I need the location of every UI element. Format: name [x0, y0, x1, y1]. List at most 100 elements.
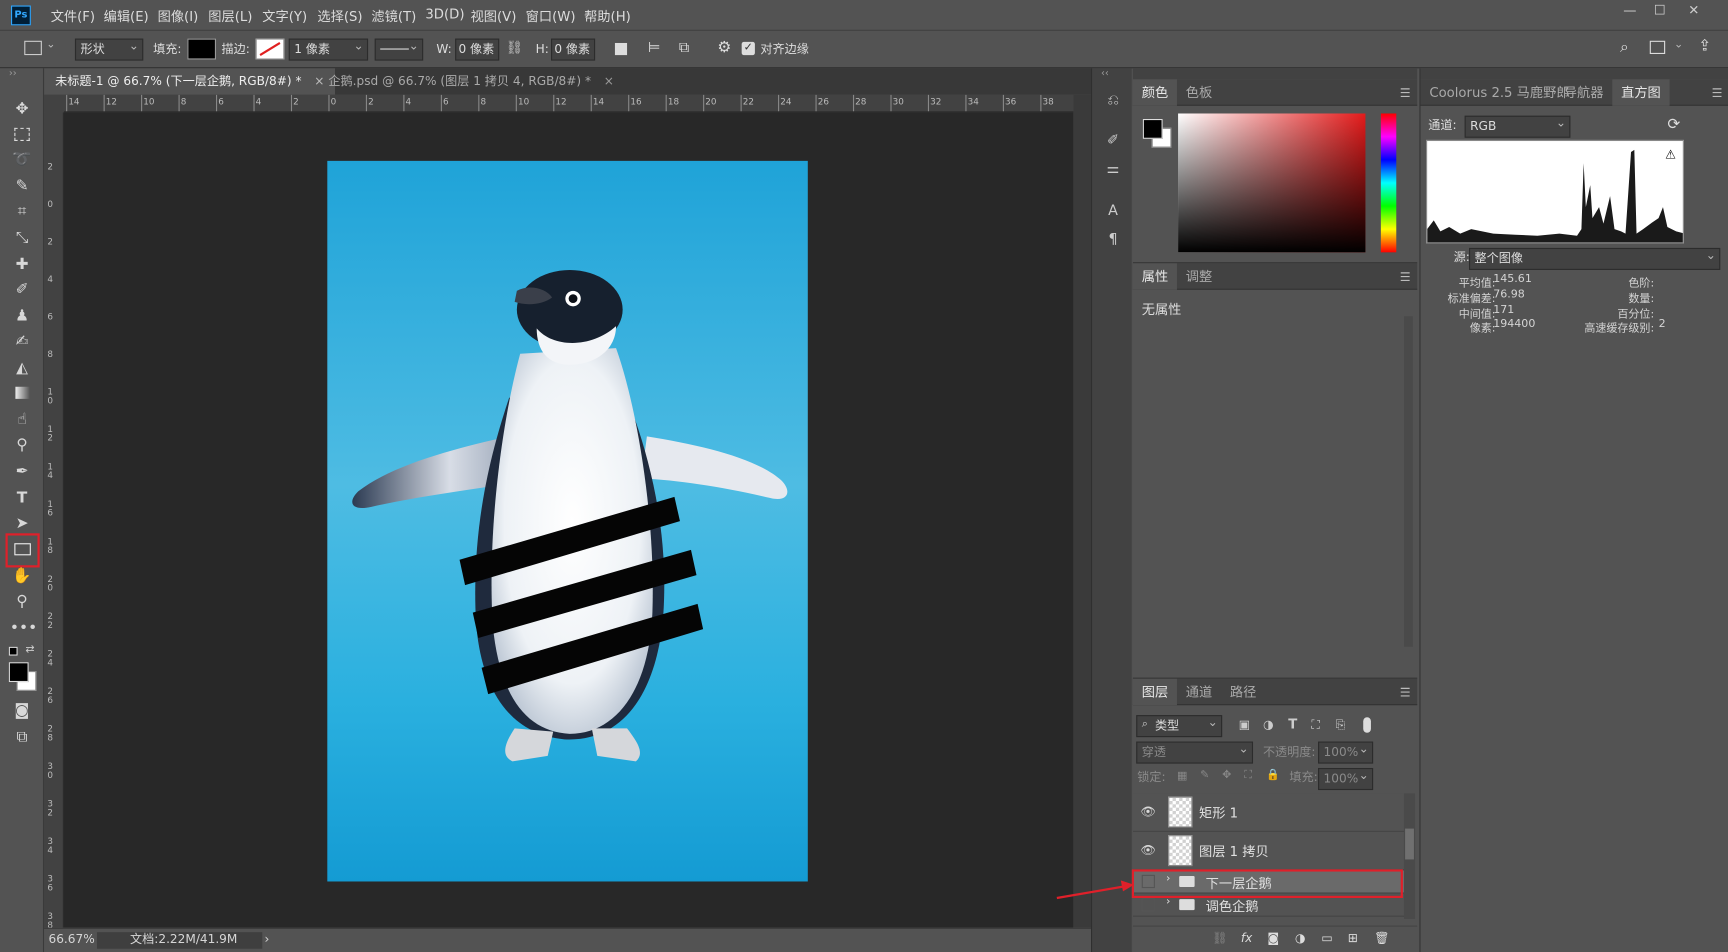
more-tools-icon[interactable]: •••: [10, 616, 37, 640]
fill-color-swatch[interactable]: [187, 38, 216, 60]
menu-view[interactable]: 视图(V): [471, 7, 517, 26]
channel-select[interactable]: RGB: [1464, 113, 1571, 138]
filter-shape-icon[interactable]: ⛶: [1311, 717, 1319, 732]
filter-toggle[interactable]: [1363, 717, 1371, 733]
document-image[interactable]: [327, 160, 808, 882]
default-colors-icon[interactable]: [8, 646, 18, 656]
foreground-color-swatch[interactable]: [8, 662, 29, 683]
lasso-tool-icon[interactable]: ➰: [10, 148, 34, 172]
zoom-level[interactable]: 66.67%: [48, 929, 94, 951]
search-icon[interactable]: ⌕: [1620, 39, 1629, 57]
warning-icon[interactable]: ⚠: [1665, 148, 1676, 162]
collapse-arrows-icon[interactable]: ‹‹: [1101, 68, 1109, 79]
crop-tool-icon[interactable]: ⌗: [10, 199, 34, 223]
adjustment-icon[interactable]: ◑: [1295, 931, 1306, 945]
panel-menu-icon[interactable]: ☰: [1400, 86, 1411, 100]
height-field[interactable]: 0 像素: [551, 36, 596, 61]
swap-colors-icon[interactable]: ⇄: [25, 643, 34, 655]
panel-menu-icon[interactable]: ☰: [1712, 86, 1723, 100]
tab-untitled-1[interactable]: 未标题-1 @ 66.7% (下一层企鹅, RGB/8#) * ×: [44, 68, 336, 95]
width-field[interactable]: 0 像素: [455, 36, 500, 61]
eye-icon[interactable]: 👁: [1140, 804, 1158, 819]
maximize-button[interactable]: ☐: [1648, 2, 1672, 22]
character-icon[interactable]: A: [1102, 201, 1124, 223]
align-edges-checkbox[interactable]: ✓: [741, 41, 755, 56]
menu-type[interactable]: 文字(Y): [262, 7, 307, 26]
stroke-color-swatch[interactable]: [255, 38, 285, 60]
brush-settings-icon[interactable]: ✐: [1102, 130, 1124, 152]
lock-all-icon[interactable]: 🔒: [1266, 769, 1280, 781]
tab-swatches[interactable]: 色板: [1177, 79, 1221, 105]
canvas-scrollbar[interactable]: [1073, 94, 1092, 928]
layers-scrollbar[interactable]: [1403, 793, 1416, 919]
trash-icon[interactable]: 🗑: [1374, 931, 1389, 945]
layer-row-rectangle-1[interactable]: 👁 矩形 1: [1132, 793, 1404, 832]
share-icon[interactable]: ⇪: [1698, 37, 1711, 55]
menu-3d[interactable]: 3D(D): [425, 7, 464, 22]
dodge-tool-icon[interactable]: ⚲: [10, 433, 34, 457]
close-tab-icon[interactable]: ×: [604, 74, 614, 88]
eraser-tool-icon[interactable]: ◭: [10, 356, 34, 380]
filter-type-icon[interactable]: T: [1288, 716, 1297, 731]
lock-artboard-icon[interactable]: ⛶: [1244, 769, 1252, 781]
visibility-toggle[interactable]: [1141, 898, 1155, 912]
lock-transparent-icon[interactable]: ▦: [1177, 770, 1187, 782]
panel-menu-icon[interactable]: ☰: [1400, 270, 1411, 284]
lock-paint-icon[interactable]: ✎: [1200, 769, 1209, 781]
source-select[interactable]: 整个图像: [1469, 246, 1721, 270]
history-icon[interactable]: ⎌: [1102, 90, 1124, 112]
new-layer-icon[interactable]: ⊞: [1348, 931, 1358, 945]
tab-layers[interactable]: 图层: [1132, 678, 1177, 706]
rectangle-tool-icon[interactable]: [10, 538, 34, 562]
path-operations-icon[interactable]: [614, 42, 628, 56]
filter-pixel-icon[interactable]: ▣: [1239, 717, 1250, 731]
smudge-tool-icon[interactable]: ☝: [10, 408, 34, 432]
path-alignment-icon[interactable]: ⊨: [648, 40, 660, 57]
workspace-icon[interactable]: [1649, 40, 1666, 54]
filter-adjustment-icon[interactable]: ◑: [1263, 717, 1274, 731]
menu-edit[interactable]: 编辑(E): [104, 7, 149, 26]
hue-slider[interactable]: [1380, 113, 1397, 253]
pen-tool-icon[interactable]: ✒: [10, 459, 34, 483]
refresh-icon[interactable]: ⟳: [1667, 116, 1680, 134]
rectangle-tool-preset-icon[interactable]: [24, 40, 42, 56]
tab-paths[interactable]: 路径: [1221, 679, 1265, 705]
screen-mode-icon[interactable]: ⧉: [10, 725, 34, 749]
quick-mask-icon[interactable]: ◙: [10, 699, 34, 723]
opacity-field[interactable]: 100%: [1318, 739, 1374, 764]
new-group-folder-icon[interactable]: ▭: [1321, 931, 1332, 945]
path-selection-tool-icon[interactable]: ➤: [10, 511, 34, 535]
blend-mode-select[interactable]: 穿透: [1136, 739, 1254, 764]
tab-penguin-psd[interactable]: 企鹅.psd @ 66.7% (图层 1 拷贝 4, RGB/8#) * ×: [317, 68, 625, 94]
tab-histogram[interactable]: 直方图: [1612, 79, 1670, 106]
menu-file[interactable]: 文件(F): [51, 7, 95, 26]
healing-brush-tool-icon[interactable]: ✚: [10, 252, 34, 276]
fill-field[interactable]: 100%: [1318, 766, 1374, 791]
minimize-button[interactable]: —: [1618, 2, 1642, 22]
move-tool-icon[interactable]: ✥: [10, 97, 34, 121]
color-field[interactable]: [1178, 113, 1366, 253]
marquee-tool-icon[interactable]: [10, 122, 34, 146]
scrollbar-thumb[interactable]: [1405, 828, 1414, 860]
hand-tool-icon[interactable]: ✋: [10, 564, 34, 588]
menu-select[interactable]: 选择(S): [317, 7, 362, 26]
panel-menu-icon[interactable]: ☰: [1400, 685, 1411, 699]
close-window-button[interactable]: ✕: [1682, 2, 1706, 22]
menu-layer[interactable]: 图层(L): [208, 7, 252, 26]
paragraph-icon[interactable]: ¶: [1102, 229, 1124, 251]
stroke-type-select[interactable]: [374, 36, 424, 61]
eyedropper-tool-icon[interactable]: ⤡: [10, 226, 34, 250]
link-icon[interactable]: ⛓: [506, 40, 523, 55]
menu-help[interactable]: 帮助(H): [584, 7, 631, 26]
eye-icon[interactable]: 👁: [1140, 843, 1158, 858]
shape-mode-select[interactable]: 形状: [74, 36, 144, 61]
type-tool-icon[interactable]: T: [10, 486, 34, 510]
history-brush-tool-icon[interactable]: ✍: [10, 329, 34, 353]
tab-properties[interactable]: 属性: [1132, 263, 1177, 290]
path-arrangement-icon[interactable]: ⧉: [679, 40, 689, 57]
menu-window[interactable]: 窗口(W): [526, 7, 576, 26]
menu-image[interactable]: 图像(I): [158, 7, 199, 26]
clone-stamp-tool-icon[interactable]: ♟: [10, 304, 34, 328]
brush-tool-icon[interactable]: ✐: [10, 278, 34, 302]
gear-icon[interactable]: ⚙: [717, 39, 731, 57]
